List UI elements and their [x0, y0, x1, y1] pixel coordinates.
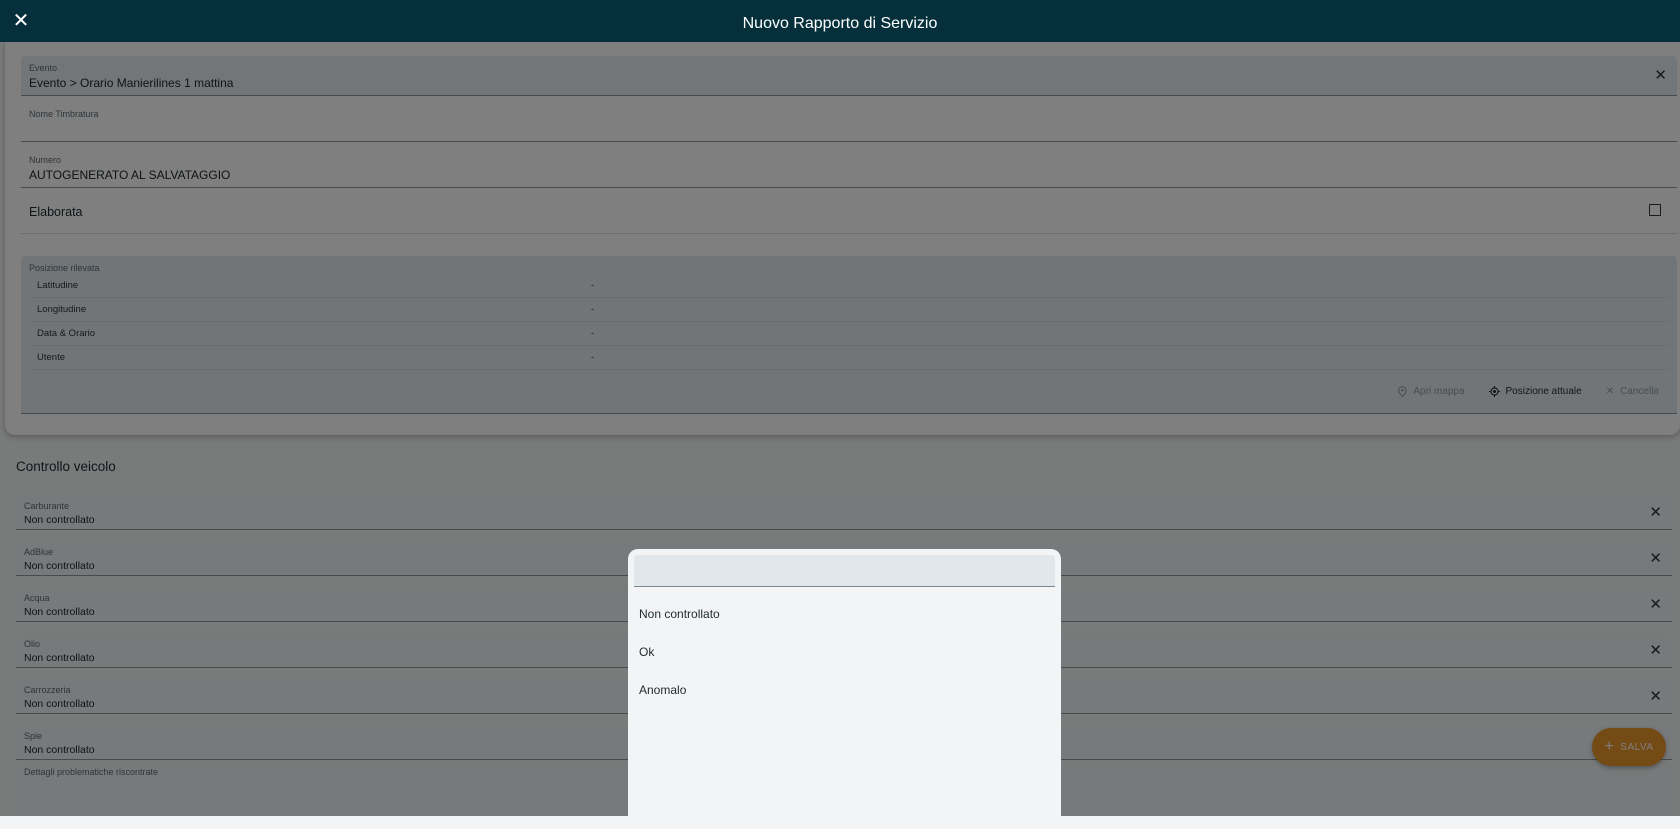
top-app-bar: ✕ Nuovo Rapporto di Servizio [0, 0, 1680, 42]
search-input[interactable] [634, 555, 1055, 587]
select-dialog: Non controllato Ok Anomalo [628, 549, 1061, 829]
option-ok[interactable]: Ok [628, 633, 1061, 671]
page-title: Nuovo Rapporto di Servizio [742, 15, 938, 32]
option-non-controllato[interactable]: Non controllato [628, 595, 1061, 633]
option-anomalo[interactable]: Anomalo [628, 671, 1061, 709]
